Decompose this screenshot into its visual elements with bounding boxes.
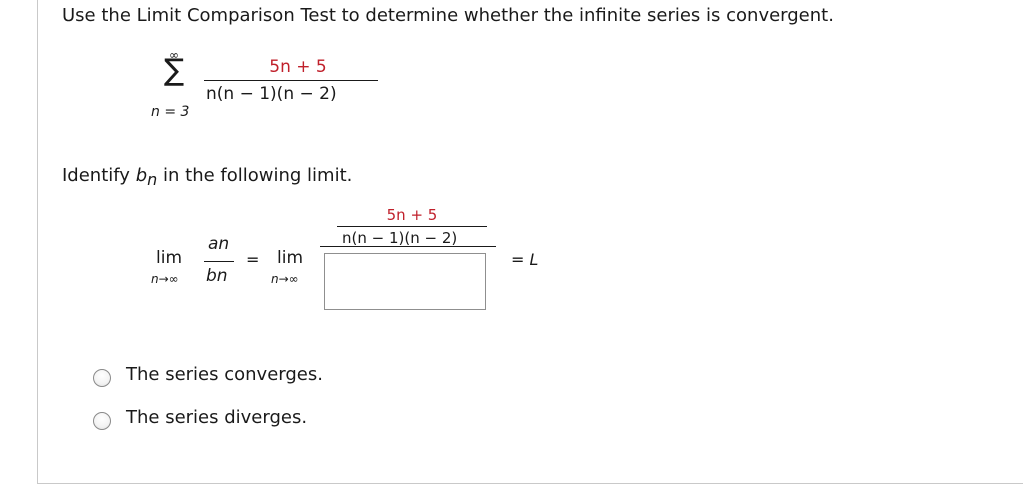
series-denominator: n(n − 1)(n − 2) [206,84,337,104]
converges-radio[interactable] [93,369,111,387]
identify-var: b [135,165,148,186]
lim-left: lim [156,248,183,268]
bn-answer-box[interactable] [324,253,486,310]
identify-prompt: Identify bn in the following limit. [62,165,353,189]
identify-suffix: in the following limit. [163,165,353,186]
lim-left-approach: n→∞ [151,272,179,286]
diverges-option-label[interactable]: The series diverges. [126,407,307,428]
limit-outer-fraction-bar [320,246,496,247]
series-numerator: 5n + 5 [269,57,327,77]
lim-right: lim [277,248,304,268]
series-fraction-bar [204,80,378,81]
an-term: an [208,234,230,254]
limit-inner-numerator: 5n + 5 [386,206,438,224]
sigma-symbol: ∑ [164,53,185,88]
series-lower-limit: n = 3 [151,104,190,120]
identify-var-sub: n [147,170,158,189]
diverges-radio[interactable] [93,412,111,430]
limit-inner-fraction-bar [337,226,487,227]
limit-inner-denominator: n(n − 1)(n − 2) [342,229,458,247]
an-bn-fraction-bar [204,261,234,262]
converges-option-label[interactable]: The series converges. [126,364,323,385]
question-prompt: Use the Limit Comparison Test to determi… [62,5,834,26]
equals-L: = L [511,250,539,269]
equals-sign: = [246,250,260,269]
identify-prefix: Identify [62,165,130,186]
lim-right-approach: n→∞ [271,272,299,286]
bn-term: bn [206,266,228,286]
